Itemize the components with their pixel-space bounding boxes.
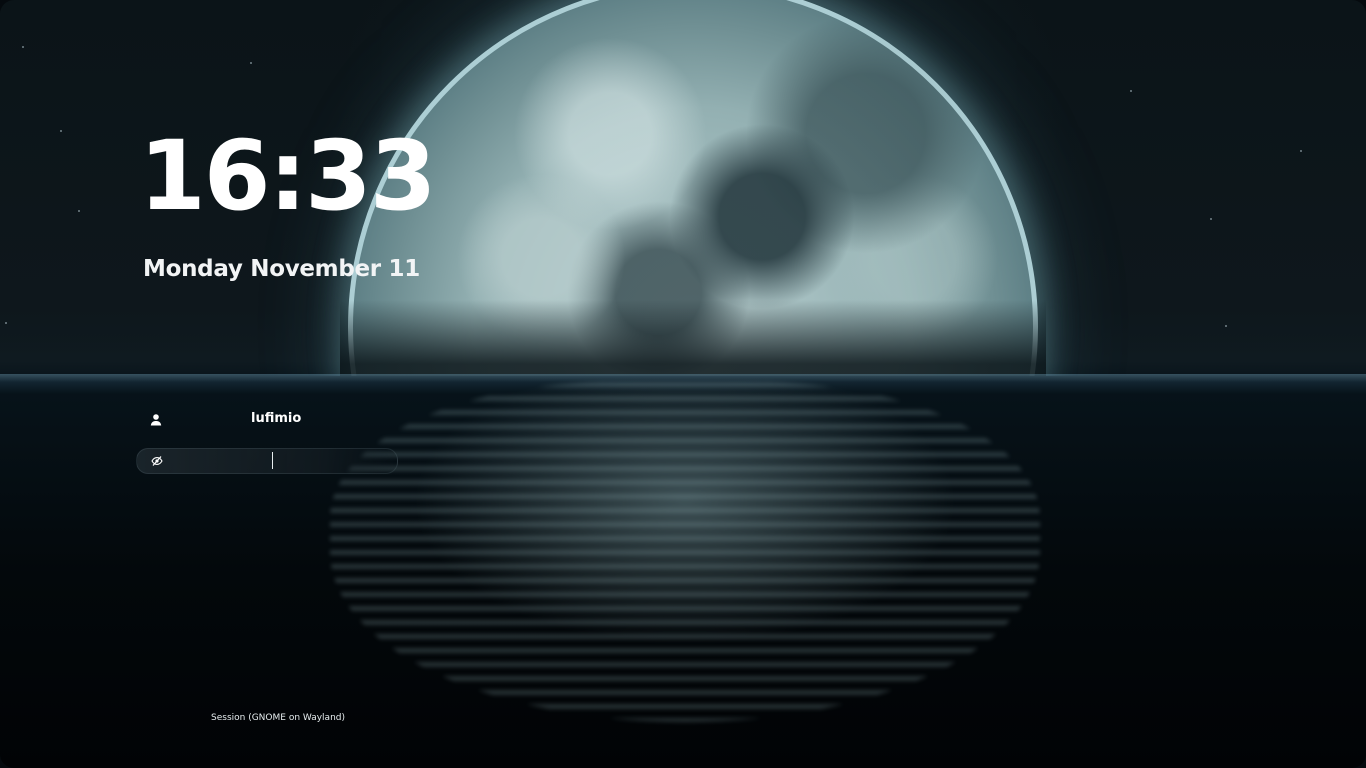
password-field[interactable] — [136, 448, 398, 474]
clock-date: Monday November 11 — [143, 256, 420, 282]
user-row[interactable]: lufimio — [136, 406, 416, 434]
text-caret — [272, 452, 273, 469]
eye-slash-icon[interactable] — [151, 455, 163, 467]
horizon-haze — [340, 300, 1046, 376]
lock-screen: 16:33 Monday November 11 lufimio Session… — [0, 0, 1366, 768]
session-selector[interactable]: Session (GNOME on Wayland) — [211, 713, 345, 723]
user-icon — [150, 414, 162, 426]
username-label: lufimio — [251, 411, 302, 426]
moon-reflection — [330, 382, 1040, 722]
password-input[interactable] — [171, 452, 371, 470]
clock-time: 16:33 — [139, 120, 437, 232]
